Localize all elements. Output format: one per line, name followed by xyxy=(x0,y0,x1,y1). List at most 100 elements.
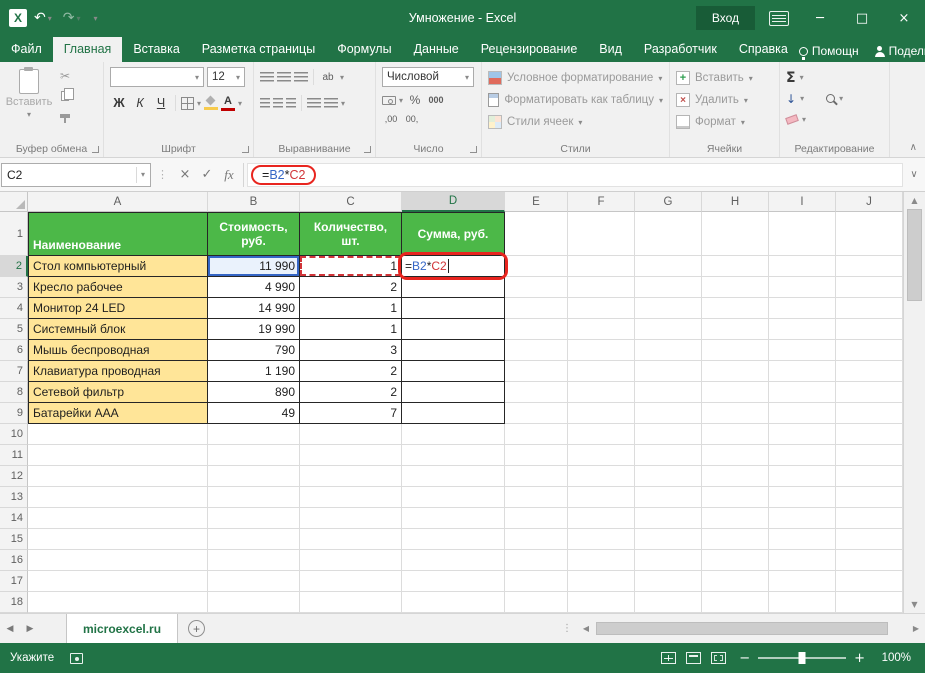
maximize-button[interactable]: □ xyxy=(841,0,883,36)
horizontal-scrollbar[interactable] xyxy=(595,621,905,636)
cell-J16[interactable] xyxy=(836,550,903,571)
cell-F18[interactable] xyxy=(568,592,635,613)
new-sheet-button[interactable]: + xyxy=(188,620,205,637)
cell-H18[interactable] xyxy=(702,592,769,613)
cell-I5[interactable] xyxy=(769,319,836,340)
clear-button[interactable] xyxy=(785,114,799,125)
cell-I18[interactable] xyxy=(769,592,836,613)
tab-разработчик[interactable]: Разработчик xyxy=(633,37,728,62)
column-header-F[interactable]: F xyxy=(568,192,635,212)
cell-B16[interactable] xyxy=(208,550,300,571)
cell-E14[interactable] xyxy=(505,508,568,529)
cell-G10[interactable] xyxy=(635,424,702,445)
row-header-16[interactable]: 16 xyxy=(0,550,28,571)
cell-B17[interactable] xyxy=(208,571,300,592)
column-header-J[interactable]: J xyxy=(836,192,903,212)
cell-D4[interactable] xyxy=(402,298,505,319)
tab-формулы[interactable]: Формулы xyxy=(326,37,402,62)
align-left-button[interactable] xyxy=(260,98,270,108)
cell-J2[interactable] xyxy=(836,256,903,277)
cell-E2[interactable] xyxy=(505,256,568,277)
cell-F10[interactable] xyxy=(568,424,635,445)
align-top-button[interactable] xyxy=(260,72,274,82)
fill-color-button[interactable] xyxy=(204,96,218,110)
cell-I11[interactable] xyxy=(769,445,836,466)
cell-A17[interactable] xyxy=(28,571,208,592)
column-header-C[interactable]: C xyxy=(300,192,402,212)
cell-A8[interactable]: Сетевой фильтр xyxy=(28,382,208,403)
cell-G4[interactable] xyxy=(635,298,702,319)
zoom-level[interactable]: 100% xyxy=(873,652,925,664)
cell-H8[interactable] xyxy=(702,382,769,403)
cell-B8[interactable]: 890 xyxy=(208,382,300,403)
cell-H1[interactable] xyxy=(702,212,769,256)
tab-разметка-страницы[interactable]: Разметка страницы xyxy=(191,37,326,62)
row-header-8[interactable]: 8 xyxy=(0,382,28,403)
font-size-combo[interactable]: 12▾ xyxy=(207,67,245,87)
tab-рецензирование[interactable]: Рецензирование xyxy=(470,37,589,62)
tab-главная[interactable]: Главная xyxy=(53,37,123,62)
cell-H11[interactable] xyxy=(702,445,769,466)
cell-B15[interactable] xyxy=(208,529,300,550)
cell-C2[interactable]: 1 xyxy=(300,256,402,277)
cell-A3[interactable]: Кресло рабочее xyxy=(28,277,208,298)
cell-B7[interactable]: 1 190 xyxy=(208,361,300,382)
cell-D3[interactable] xyxy=(402,277,505,298)
row-header-18[interactable]: 18 xyxy=(0,592,28,613)
zoom-out-button[interactable]: − xyxy=(731,651,758,666)
cell-G9[interactable] xyxy=(635,403,702,424)
sheet-tab-active[interactable]: microexcel.ru xyxy=(66,614,178,643)
cell-I15[interactable] xyxy=(769,529,836,550)
cell-B18[interactable] xyxy=(208,592,300,613)
cell-J13[interactable] xyxy=(836,487,903,508)
cell-A10[interactable] xyxy=(28,424,208,445)
cell-A18[interactable] xyxy=(28,592,208,613)
cell-A2[interactable]: Стол компьютерный xyxy=(28,256,208,277)
insert-cells-button[interactable]: +Вставить▾ xyxy=(676,67,773,89)
cell-H10[interactable] xyxy=(702,424,769,445)
paste-button[interactable]: Вставить ▾ xyxy=(6,67,52,119)
cell-D9[interactable] xyxy=(402,403,505,424)
column-header-B[interactable]: B xyxy=(208,192,300,212)
scroll-up-button[interactable]: ▲ xyxy=(904,192,925,209)
cell-D10[interactable] xyxy=(402,424,505,445)
dialog-launcher-icon[interactable] xyxy=(92,146,99,153)
cell-H5[interactable] xyxy=(702,319,769,340)
align-right-button[interactable] xyxy=(286,98,296,108)
column-header-D[interactable]: D xyxy=(402,192,505,212)
cell-B5[interactable]: 19 990 xyxy=(208,319,300,340)
cell-C1[interactable]: Количество, шт. xyxy=(300,212,402,256)
vertical-scroll-thumb[interactable] xyxy=(907,209,922,301)
formula-input[interactable]: =B2*C2 xyxy=(247,163,903,187)
cell-G16[interactable] xyxy=(635,550,702,571)
decrease-indent-button[interactable] xyxy=(307,98,321,108)
cell-F8[interactable] xyxy=(568,382,635,403)
cell-C4[interactable]: 1 xyxy=(300,298,402,319)
cell-H6[interactable] xyxy=(702,340,769,361)
cell-I7[interactable] xyxy=(769,361,836,382)
number-format-combo[interactable]: Числовой▾ xyxy=(382,67,474,87)
cell-C5[interactable]: 1 xyxy=(300,319,402,340)
cell-F6[interactable] xyxy=(568,340,635,361)
cell-C11[interactable] xyxy=(300,445,402,466)
hscroll-right-button[interactable]: ▶ xyxy=(907,624,925,633)
cell-G17[interactable] xyxy=(635,571,702,592)
cell-I9[interactable] xyxy=(769,403,836,424)
cell-D2[interactable]: =B2*C2 xyxy=(402,256,505,277)
decrease-decimal-button[interactable]: 00, xyxy=(403,111,421,127)
cell-G14[interactable] xyxy=(635,508,702,529)
cell-B14[interactable] xyxy=(208,508,300,529)
cell-C17[interactable] xyxy=(300,571,402,592)
cell-J14[interactable] xyxy=(836,508,903,529)
cell-F4[interactable] xyxy=(568,298,635,319)
name-box[interactable]: C2 ▾ xyxy=(1,163,151,187)
cell-I10[interactable] xyxy=(769,424,836,445)
cell-B3[interactable]: 4 990 xyxy=(208,277,300,298)
select-all-button[interactable] xyxy=(0,192,28,212)
row-header-2[interactable]: 2 xyxy=(0,256,28,277)
cell-F16[interactable] xyxy=(568,550,635,571)
dialog-launcher-icon[interactable] xyxy=(470,146,477,153)
percent-style-button[interactable]: % xyxy=(406,92,424,108)
align-center-button[interactable] xyxy=(273,98,283,108)
cell-B6[interactable]: 790 xyxy=(208,340,300,361)
